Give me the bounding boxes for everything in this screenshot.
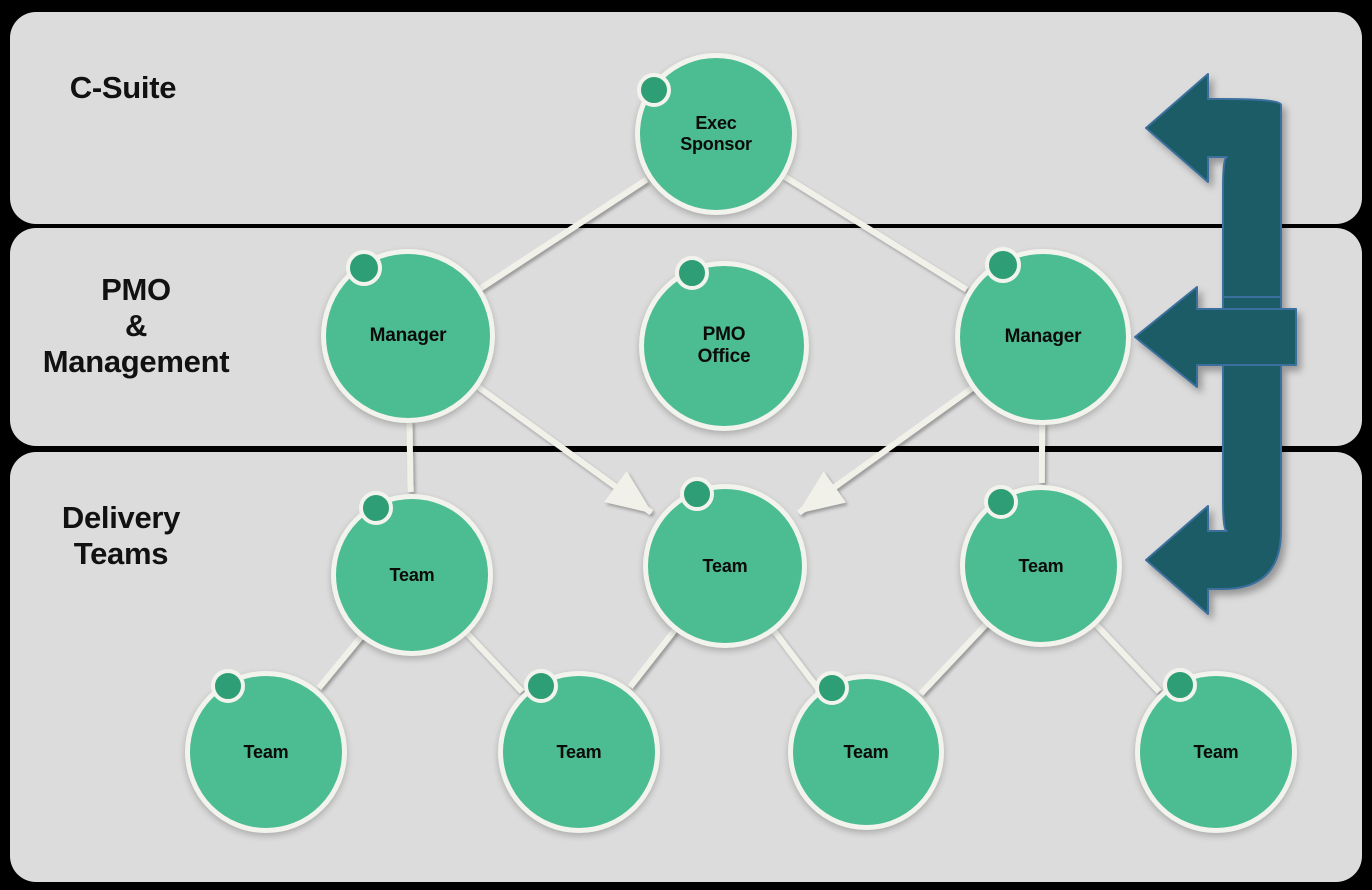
node-label-manager-left: Manager (369, 325, 447, 347)
node-team-mid-left[interactable]: Team (331, 494, 493, 656)
node-badge-dot-team-bottom-3 (814, 670, 849, 705)
node-label-team-mid-center: Team (702, 555, 748, 576)
node-team-bottom-4[interactable]: Team (1135, 671, 1297, 833)
node-label-manager-right: Manager (1004, 326, 1082, 348)
node-team-bottom-2[interactable]: Team (498, 671, 660, 833)
node-label-team-bottom-3: Team (843, 741, 889, 762)
node-label-exec-sponsor: Exec Sponsor (680, 113, 752, 154)
swimlane-label-pmo: PMO & Management (42, 272, 230, 379)
node-label-team-mid-right: Team (1018, 555, 1064, 576)
node-team-bottom-3[interactable]: Team (788, 674, 944, 830)
node-team-mid-right[interactable]: Team (960, 485, 1122, 647)
node-label-team-bottom-2: Team (556, 741, 602, 762)
node-badge-dot-pmo-office (674, 256, 709, 290)
node-label-pmo-office: PMO Office (697, 324, 751, 367)
node-label-team-bottom-1: Team (243, 741, 289, 762)
node-team-mid-center[interactable]: Team (643, 484, 807, 648)
node-badge-dot-team-mid-right (983, 484, 1018, 519)
node-badge-dot-manager-left (345, 249, 382, 286)
node-badge-dot-manager-right (984, 246, 1021, 283)
node-pmo-office[interactable]: PMO Office (639, 261, 809, 431)
node-team-bottom-1[interactable]: Team (185, 671, 347, 833)
node-label-team-bottom-4: Team (1193, 741, 1239, 762)
swimlane-label-c-suite: C-Suite (69, 70, 177, 105)
swimlane-label-delivery: Delivery Teams (61, 500, 181, 571)
node-manager-right[interactable]: Manager (955, 249, 1131, 425)
diagram-canvas: C-Suite PMO & Management Delivery Teams Ex… (0, 0, 1372, 890)
node-label-team-mid-left: Team (389, 564, 435, 585)
